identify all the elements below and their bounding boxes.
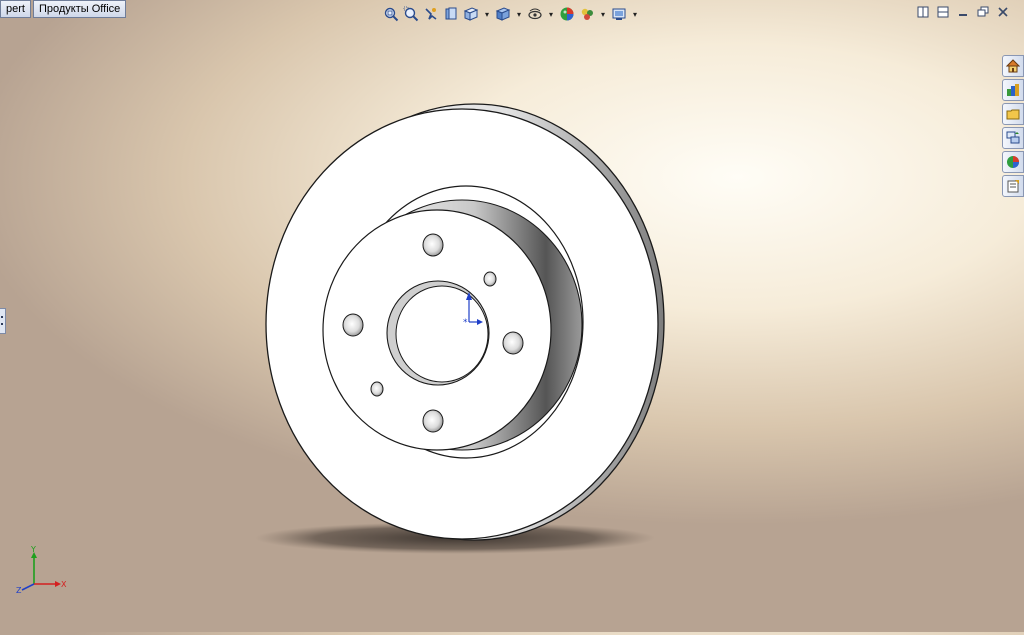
custom-properties-icon[interactable] (1002, 175, 1024, 197)
view-orientation-dropdown-icon[interactable]: ▾ (482, 5, 492, 23)
svg-text:*: * (463, 318, 468, 328)
design-library-icon[interactable] (1002, 79, 1024, 101)
display-style-dropdown-icon[interactable]: ▾ (514, 5, 524, 23)
view-orientation-icon[interactable] (462, 5, 480, 23)
feature-manager-toggle-handle[interactable] (0, 308, 6, 334)
triad-z-label: Z (16, 586, 22, 595)
file-explorer-icon[interactable] (1002, 103, 1024, 125)
heads-up-view-toolbar: ▾ ▾ ▾ ▾ ▾ (382, 4, 640, 24)
tile-horizontal-icon[interactable] (916, 6, 930, 18)
reference-triad: Y X Z (16, 545, 67, 595)
task-pane (1002, 55, 1024, 197)
appearances-scenes-icon[interactable] (1002, 151, 1024, 173)
zoom-to-area-icon[interactable] (402, 5, 420, 23)
tab-bar: pert Продукты Office (0, 0, 127, 18)
locating-hole-upper (483, 271, 497, 287)
hide-show-dropdown-icon[interactable]: ▾ (546, 5, 556, 23)
previous-view-icon[interactable] (422, 5, 440, 23)
lug-hole-right (502, 331, 524, 355)
minimize-icon[interactable] (956, 6, 970, 18)
lug-hole-top (422, 233, 444, 257)
view-palette-icon[interactable] (1002, 127, 1024, 149)
view-settings-dropdown-icon[interactable]: ▾ (630, 5, 640, 23)
close-icon[interactable] (996, 6, 1010, 18)
window-controls (916, 6, 1010, 18)
brake-disc-model[interactable]: * (0, 0, 1024, 632)
triad-x-label: X (61, 580, 67, 589)
center-bore (395, 285, 489, 383)
restore-icon[interactable] (976, 6, 990, 18)
tab-office-products[interactable]: Продукты Office (32, 0, 127, 18)
apply-scene-dropdown-icon[interactable]: ▾ (598, 5, 608, 23)
tile-vertical-icon[interactable] (936, 6, 950, 18)
apply-scene-icon[interactable] (578, 5, 596, 23)
tab-pert[interactable]: pert (0, 0, 31, 18)
display-style-icon[interactable] (494, 5, 512, 23)
section-view-icon[interactable] (442, 5, 460, 23)
hide-show-items-icon[interactable] (526, 5, 544, 23)
zoom-to-fit-icon[interactable] (382, 5, 400, 23)
view-settings-icon[interactable] (610, 5, 628, 23)
locating-hole-lower (370, 381, 384, 397)
triad-y-label: Y (30, 545, 36, 554)
edit-appearance-icon[interactable] (558, 5, 576, 23)
lug-hole-bottom (422, 409, 444, 433)
solidworks-resources-icon[interactable] (1002, 55, 1024, 77)
lug-hole-left (342, 313, 364, 337)
graphics-area[interactable]: * Y X Z (0, 0, 1024, 632)
